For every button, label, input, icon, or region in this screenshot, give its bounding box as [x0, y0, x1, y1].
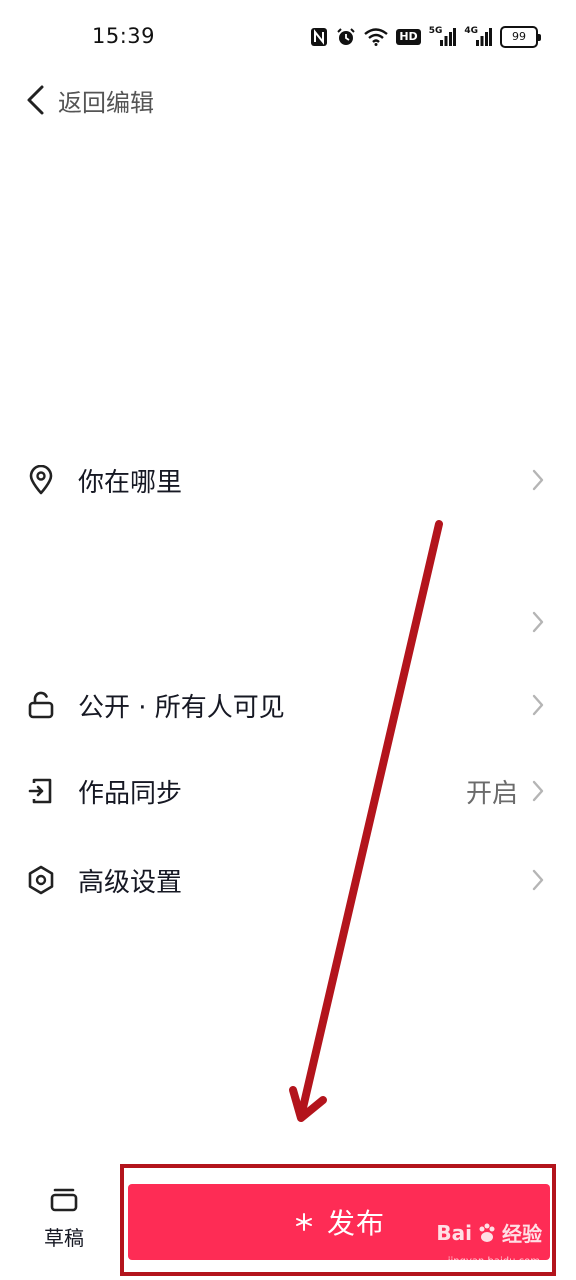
bottom-bar: 草稿 发布 Bai 经验 jingyan.baidu.com: [0, 1164, 576, 1280]
publish-label: 发布: [326, 1207, 385, 1240]
sync-row[interactable]: 作品同步 开启: [0, 759, 576, 823]
blank-row[interactable]: [0, 590, 576, 654]
publish-button[interactable]: 发布: [128, 1184, 550, 1260]
hexagon-settings-icon: [26, 865, 56, 895]
chevron-right-icon: [532, 694, 544, 716]
signal-4g-icon: 4G: [464, 25, 492, 49]
alarm-icon: [336, 25, 356, 49]
signal-5g-icon: 5G: [429, 25, 457, 49]
status-bar: 15:39 HD 5G 4G 99: [0, 0, 576, 72]
drafts-label: 草稿: [44, 1226, 84, 1250]
sparkle-icon: [295, 1213, 312, 1231]
sync-value: 开启: [465, 778, 518, 809]
wifi-icon: [364, 25, 389, 49]
hd-icon: HD: [396, 25, 421, 49]
chevron-right-icon: [532, 780, 544, 802]
back-label: 返回编辑: [58, 88, 154, 117]
location-row[interactable]: 你在哪里: [0, 448, 576, 512]
nfc-icon: [310, 25, 328, 49]
chevron-right-icon: [532, 469, 544, 491]
location-label: 你在哪里: [78, 467, 183, 498]
visibility-row[interactable]: 公开 · 所有人可见: [0, 673, 576, 737]
back-button[interactable]: 返回编辑: [24, 80, 154, 120]
chevron-right-icon: [532, 611, 544, 633]
location-pin-icon: [26, 465, 56, 495]
status-time: 15:39: [92, 24, 156, 48]
status-icons: HD 5G 4G 99: [310, 24, 541, 50]
advanced-settings-row[interactable]: 高级设置: [0, 848, 576, 912]
battery-icon: 99: [500, 25, 541, 49]
chevron-right-icon: [532, 869, 544, 891]
advanced-settings-label: 高级设置: [78, 867, 183, 898]
visibility-label: 公开 · 所有人可见: [78, 692, 285, 723]
drafts-button[interactable]: 草稿: [34, 1186, 94, 1266]
sync-export-icon: [26, 776, 56, 806]
unlock-icon: [26, 690, 56, 720]
drafts-box-icon: [50, 1188, 78, 1212]
sync-label: 作品同步: [78, 778, 183, 809]
chevron-left-icon: [27, 85, 44, 115]
